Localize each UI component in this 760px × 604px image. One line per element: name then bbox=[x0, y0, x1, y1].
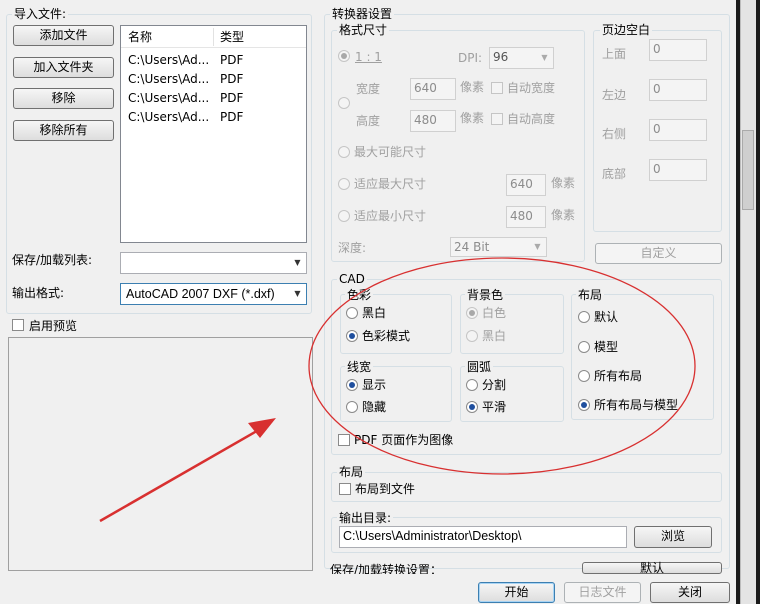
scrollbar-track[interactable] bbox=[740, 0, 756, 604]
annotation-ellipse bbox=[308, 257, 696, 475]
window-edge-scrollbar[interactable] bbox=[736, 0, 760, 604]
scrollbar-thumb[interactable] bbox=[742, 130, 754, 210]
annotation-arrow-line bbox=[99, 426, 263, 523]
annotation-overlay bbox=[99, 257, 696, 523]
